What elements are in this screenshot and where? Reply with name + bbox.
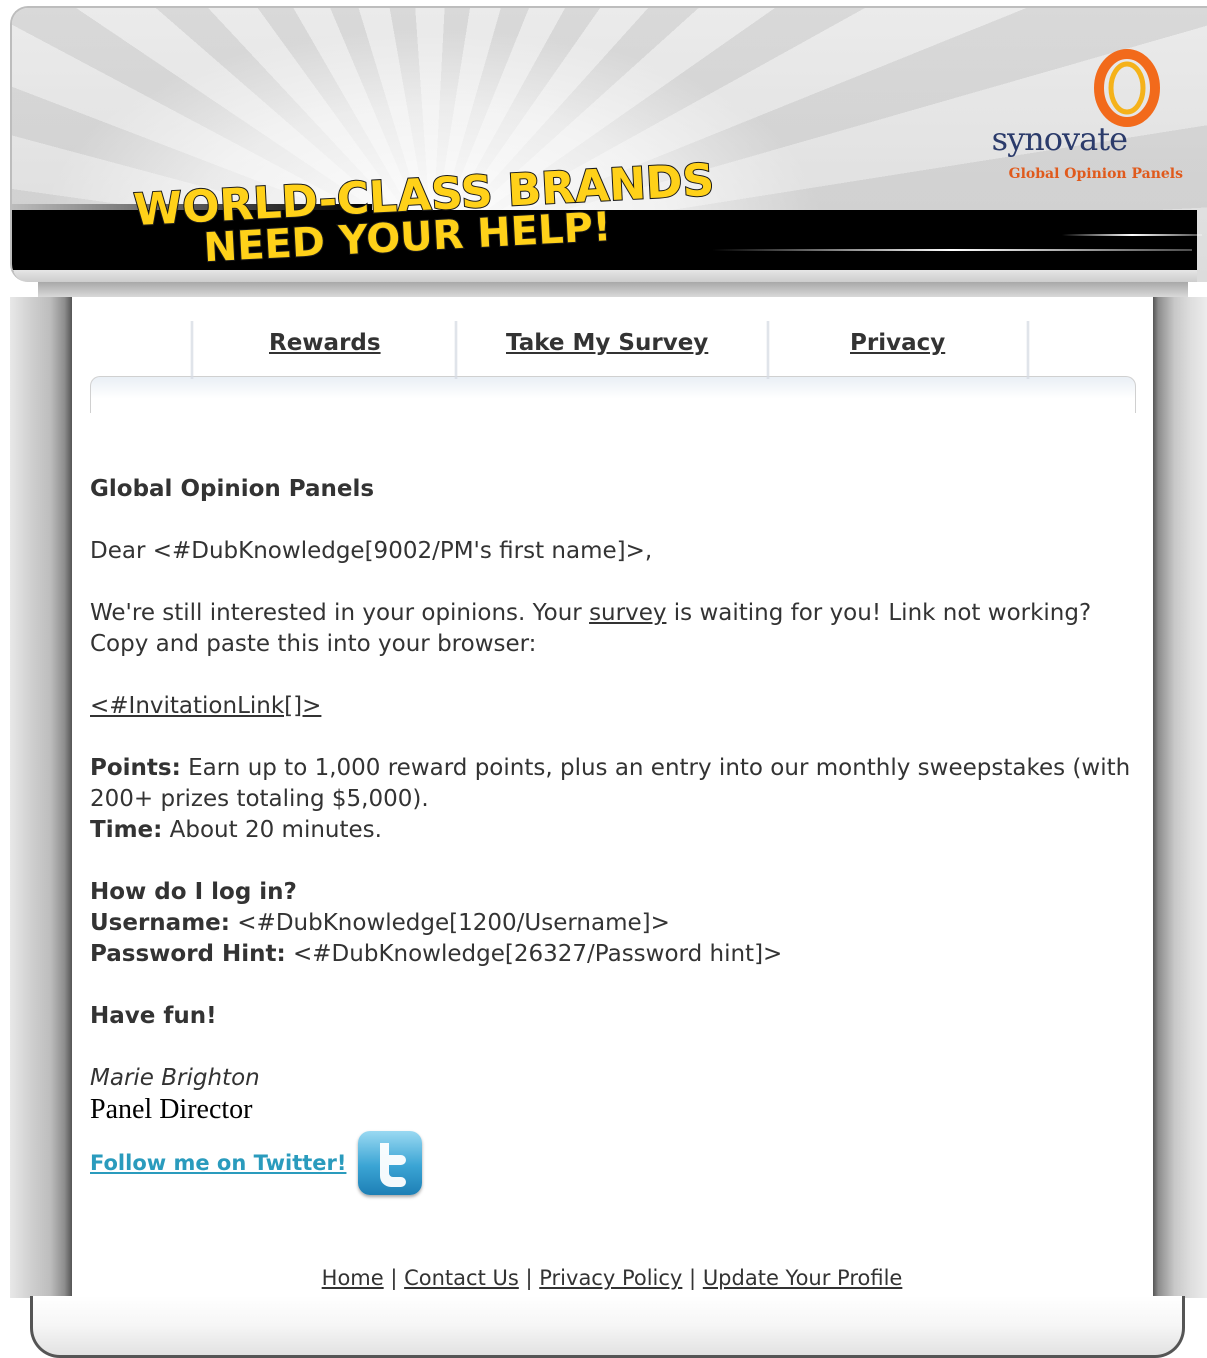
nav-rewards-link[interactable]: Rewards [269, 330, 381, 356]
twitter-link[interactable]: Follow me on Twitter! [90, 1148, 346, 1179]
time-label: Time: [90, 817, 163, 843]
frame-top [38, 282, 1188, 297]
frame-right-rail [1153, 297, 1207, 1298]
banner-light-streak [712, 249, 1192, 251]
header-banner: WORLD-CLASS BRANDS NEED YOUR HELP! synov… [10, 6, 1207, 282]
nav-take-my-survey-link[interactable]: Take My Survey [506, 330, 708, 356]
twitter-row: Follow me on Twitter! [90, 1131, 1140, 1195]
nav-divider [190, 321, 194, 379]
frame-left-rail [10, 297, 72, 1298]
username-value: <#DubKnowledge[1200/Username]> [229, 910, 670, 936]
greeting: Dear <#DubKnowledge[9002/PM's first name… [90, 538, 653, 564]
footer-home-link[interactable]: Home [322, 1266, 384, 1290]
footer-contact-us-link[interactable]: Contact Us [404, 1266, 519, 1290]
nav-divider [766, 321, 770, 379]
body-heading: Global Opinion Panels [90, 476, 375, 502]
signature-title: Panel Director [90, 1094, 253, 1125]
logo-subtitle: Global Opinion Panels [1008, 166, 1183, 182]
footer-separator: | [518, 1266, 540, 1290]
footer-separator: | [383, 1266, 405, 1290]
twitter-t-glyph [380, 1143, 407, 1187]
password-label: Password Hint: [90, 941, 286, 967]
footer-separator: | [682, 1266, 703, 1290]
email-body: Global Opinion Panels Dear <#DubKnowledg… [90, 474, 1140, 1195]
banner-light-streak [1062, 234, 1202, 236]
signature-name: Marie Brighton [90, 1065, 260, 1091]
nav-divider [454, 321, 458, 379]
password-value: <#DubKnowledge[26327/Password hint]> [285, 941, 783, 967]
username-line: Username: <#DubKnowledge[1200/Username]> [90, 908, 1140, 939]
closing: Have fun! [90, 1003, 217, 1029]
password-line: Password Hint: <#DubKnowledge[26327/Pass… [90, 939, 1140, 970]
footer-update-profile-link[interactable]: Update Your Profile [703, 1266, 903, 1290]
nav-tab-bar [90, 376, 1136, 413]
logo-wordmark: synovate [991, 120, 1128, 158]
nav-privacy-link[interactable]: Privacy [850, 330, 945, 356]
points-text: Earn up to 1,000 reward points, plus an … [90, 755, 1131, 812]
headline: WORLD-CLASS BRANDS NEED YOUR HELP! [131, 158, 716, 268]
time-text: About 20 minutes. [162, 817, 382, 843]
twitter-bird-icon[interactable] [358, 1131, 423, 1195]
invitation-link[interactable]: <#InvitationLink[]> [90, 693, 321, 719]
points-line: Points: Earn up to 1,000 reward points, … [90, 753, 1140, 815]
intro-paragraph: We're still interested in your opinions.… [90, 598, 1140, 660]
nav-bar: Rewards Take My Survey Privacy [90, 318, 1136, 413]
intro-text: We're still interested in your opinions.… [90, 600, 590, 626]
survey-link[interactable]: survey [589, 600, 666, 626]
nav-divider [1026, 321, 1030, 379]
points-label: Points: [90, 755, 181, 781]
footer-privacy-policy-link[interactable]: Privacy Policy [539, 1266, 682, 1290]
logo-ring-icon [1094, 49, 1160, 127]
footer-links: Home | Contact Us | Privacy Policy | Upd… [90, 1266, 1134, 1290]
banner-base [12, 270, 1197, 282]
time-line: Time: About 20 minutes. [90, 815, 1140, 846]
frame-bottom [30, 1296, 1185, 1358]
login-heading: How do I log in? [90, 879, 297, 905]
username-label: Username: [90, 910, 230, 936]
